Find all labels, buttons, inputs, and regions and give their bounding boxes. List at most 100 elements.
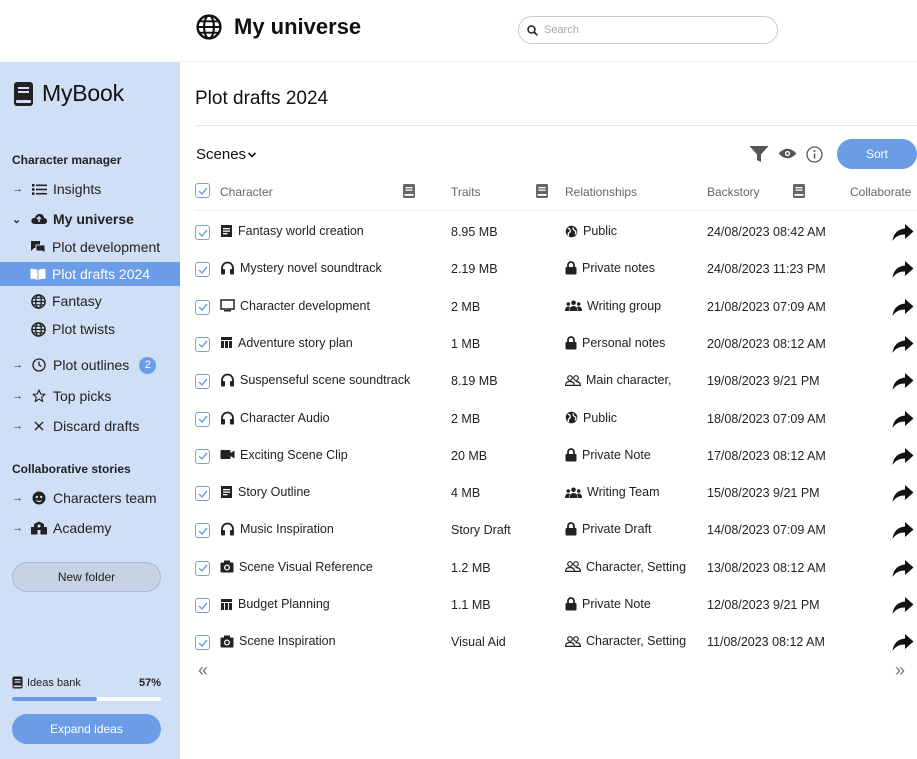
share-icon[interactable]	[892, 559, 914, 578]
row-backstory: 19/08/2023 9/21 PM	[707, 374, 820, 389]
group-icon	[565, 487, 582, 498]
share-icon[interactable]	[892, 335, 914, 354]
row-checkbox[interactable]	[195, 225, 210, 240]
row-name-cell[interactable]: Budget Planning	[220, 597, 330, 611]
table-header: Character Traits Relationships Backstory…	[0, 182, 917, 204]
row-relationships: Public	[583, 410, 618, 425]
doc-icon	[220, 485, 233, 499]
globe-icon	[196, 14, 222, 40]
table-row[interactable]: Mystery novel soundtrack 2.19 MB Private n…	[0, 255, 917, 285]
view-selector[interactable]: Scenes	[196, 146, 257, 163]
row-relationships-cell: Character, Setting	[565, 560, 686, 574]
share-icon[interactable]	[892, 447, 914, 466]
row-checkbox[interactable]	[195, 448, 210, 464]
row-name: Suspenseful scene soundtrack	[240, 373, 411, 388]
doc-icon	[220, 224, 233, 238]
row-backstory: 18/08/2023 07:09 AM	[707, 411, 826, 426]
row-checkbox[interactable]	[195, 523, 210, 539]
row-checkbox[interactable]	[195, 262, 210, 278]
headphones-icon	[220, 411, 235, 425]
row-relationships-cell: Private Note	[565, 597, 651, 611]
row-relationships-cell: Writing group	[565, 299, 661, 313]
filter-icon[interactable]	[749, 145, 769, 163]
row-name-cell[interactable]: Music Inspiration	[220, 522, 334, 536]
row-name-cell[interactable]: Mystery novel soundtrack	[220, 261, 382, 275]
row-checkbox[interactable]	[195, 336, 210, 352]
row-checkbox[interactable]	[195, 486, 210, 502]
row-backstory: 24/08/2023 11:23 PM	[707, 262, 826, 277]
share-icon[interactable]	[892, 633, 914, 652]
column-header-relationships[interactable]: Relationships	[565, 185, 637, 199]
table-row[interactable]: Character Audio 2 MB Public 18/08/2023 07:0…	[0, 405, 917, 435]
share-icon[interactable]	[892, 596, 914, 615]
row-relationships-cell: Public	[565, 411, 617, 425]
row-checkbox[interactable]	[195, 560, 210, 576]
share-icon[interactable]	[892, 260, 914, 279]
share-icon[interactable]	[892, 223, 914, 242]
table-row[interactable]: Character development 2 MB Writing group 21…	[0, 293, 917, 323]
eye-icon[interactable]	[778, 147, 797, 160]
column-header-traits[interactable]: Traits	[451, 185, 481, 199]
column-header-backstory[interactable]: Backstory	[707, 185, 760, 199]
row-relationships: Private notes	[582, 261, 655, 276]
share-icon[interactable]	[892, 521, 914, 540]
row-traits: 2.19 MB	[451, 262, 498, 277]
next-page-button[interactable]: »	[895, 660, 905, 681]
row-name: Character Audio	[240, 410, 330, 425]
row-relationships-cell: Main character,	[565, 373, 671, 387]
row-checkbox[interactable]	[195, 374, 210, 390]
book-icon[interactable]	[402, 183, 416, 199]
table-row[interactable]: Exciting Scene Clip 20 MB Private Note 17/0…	[0, 442, 917, 472]
page-title: Plot drafts 2024	[195, 88, 329, 109]
row-name-cell[interactable]: Story Outline	[220, 485, 310, 499]
app-logo[interactable]: MyBook	[12, 80, 124, 107]
table-icon	[220, 336, 233, 349]
book-icon[interactable]	[792, 183, 806, 199]
row-name-cell[interactable]: Character Audio	[220, 411, 330, 425]
column-header-collaborate[interactable]: Collaborate	[850, 185, 911, 199]
row-name-cell[interactable]: Scene Visual Reference	[220, 560, 373, 574]
table-row[interactable]: Budget Planning 1.1 MB Private Note 12/08/2…	[0, 591, 917, 621]
share-icon[interactable]	[892, 410, 914, 429]
table-row[interactable]: Story Outline 4 MB Writing Team 15/08/2023 …	[0, 479, 917, 509]
row-checkbox[interactable]	[195, 411, 210, 427]
row-name-cell[interactable]: Character development	[220, 299, 370, 313]
expand-ideas-button[interactable]: Expand ideas	[12, 714, 161, 744]
table-row[interactable]: Adventure story plan 1 MB Personal notes 20…	[0, 330, 917, 360]
row-checkbox[interactable]	[195, 635, 210, 651]
row-name-cell[interactable]: Fantasy world creation	[220, 224, 364, 238]
row-relationships: Public	[583, 224, 618, 238]
share-icon[interactable]	[892, 372, 914, 391]
search-box[interactable]	[518, 16, 778, 44]
row-checkbox[interactable]	[195, 598, 210, 613]
book-icon[interactable]	[535, 183, 549, 199]
sort-button[interactable]: Sort	[837, 139, 917, 169]
share-icon[interactable]	[892, 484, 914, 503]
table-row[interactable]: Suspenseful scene soundtrack 8.19 MB Main …	[0, 367, 917, 397]
row-traits: 2 MB	[451, 411, 481, 426]
row-checkbox[interactable]	[195, 299, 210, 315]
row-relationships-cell: Personal notes	[565, 336, 665, 350]
row-name: Adventure story plan	[238, 335, 353, 350]
ideas-progress-bar	[12, 697, 161, 701]
row-relationships-cell: Private Note	[565, 448, 651, 462]
row-backstory: 12/08/2023 9/21 PM	[707, 598, 820, 612]
row-name-cell[interactable]: Exciting Scene Clip	[220, 448, 348, 462]
globe-icon	[565, 225, 578, 238]
table-row[interactable]: Music Inspiration Story Draft Private Draf…	[0, 516, 917, 546]
previous-page-button[interactable]: «	[198, 660, 208, 681]
row-name-cell[interactable]: Adventure story plan	[220, 336, 353, 350]
headphones-icon	[220, 373, 235, 387]
column-header-character[interactable]: Character	[220, 185, 273, 199]
row-backstory: 14/08/2023 07:09 AM	[707, 523, 826, 538]
table-row[interactable]: Scene Visual Reference 1.2 MB Character, S…	[0, 554, 917, 584]
search-input[interactable]	[544, 24, 764, 36]
table-row[interactable]: Fantasy world creation 8.95 MB Public 24/08…	[0, 218, 917, 248]
share-icon[interactable]	[892, 298, 914, 317]
row-name-cell[interactable]: Scene Inspiration	[220, 634, 336, 648]
section-title-character-manager: Character manager	[12, 153, 122, 167]
select-all-checkbox[interactable]	[195, 183, 210, 198]
row-name-cell[interactable]: Suspenseful scene soundtrack	[220, 373, 410, 387]
info-icon[interactable]	[806, 146, 823, 163]
table-row[interactable]: Scene Inspiration Visual Aid Character, Se…	[0, 628, 917, 658]
